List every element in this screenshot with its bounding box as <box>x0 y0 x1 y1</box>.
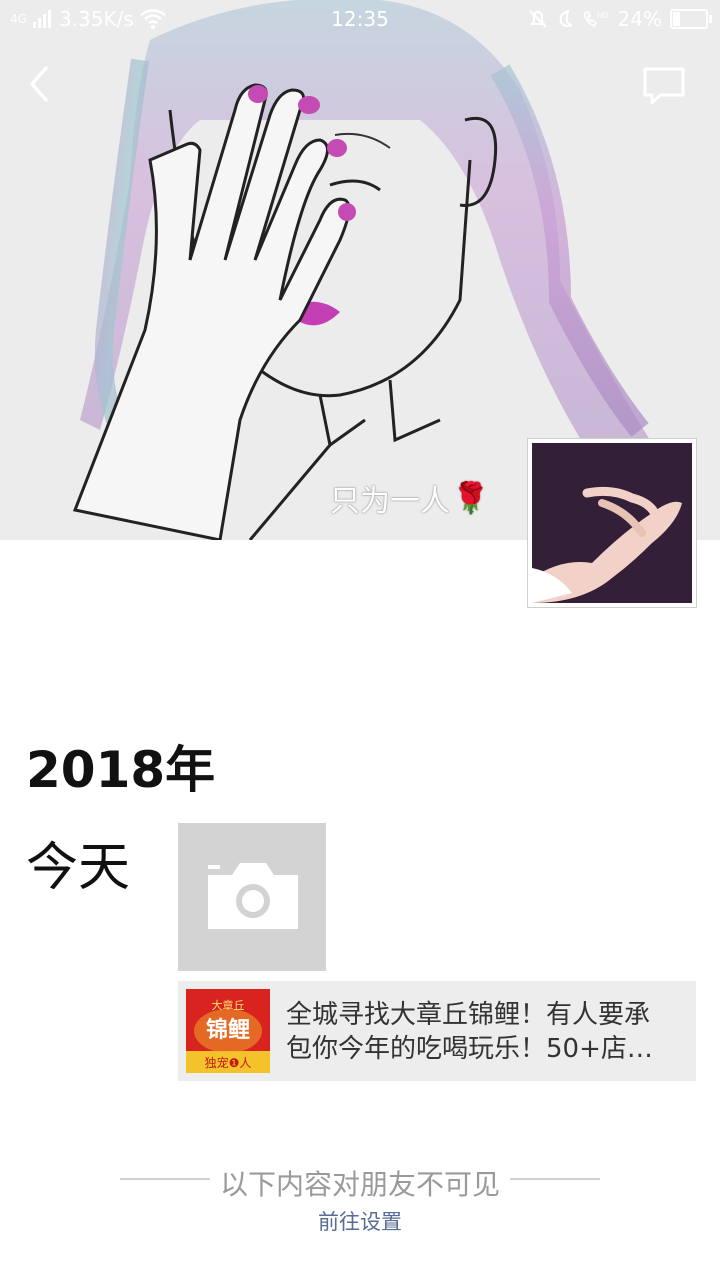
year-heading: 2018年 <box>26 741 216 799</box>
add-photo-button[interactable] <box>178 823 326 971</box>
status-bar: 4G 3.35K/s 12:35 HD 24% <box>0 0 720 40</box>
avatar-image <box>532 443 692 603</box>
shared-article-card[interactable]: 大章丘 锦鲤 独宠❶人 全城寻找大章丘锦鲤！有人要承 包你今年的吃喝玩乐！50+… <box>178 981 696 1081</box>
settings-link-row: 前往设置 <box>0 1206 720 1236</box>
message-icon[interactable] <box>640 64 688 108</box>
thumb-top-text: 大章丘 <box>212 998 245 1012</box>
rose-emoji: 🌹 <box>452 480 490 516</box>
article-thumbnail: 大章丘 锦鲤 独宠❶人 <box>186 989 270 1073</box>
battery-icon <box>670 9 712 29</box>
back-chevron-icon[interactable] <box>20 62 60 106</box>
moon-icon <box>559 9 572 27</box>
thumb-bottom-text: 独宠❶人 <box>205 1055 252 1070</box>
cover-signature: 只为一人 🌹 <box>330 476 489 520</box>
hd-call-icon: HD <box>583 11 609 28</box>
svg-text:HD: HD <box>597 11 609 20</box>
article-title-line-2: 包你今年的吃喝玩乐！50+店… <box>286 1034 653 1064</box>
avatar[interactable] <box>527 438 697 608</box>
thumb-main-text: 锦鲤 <box>206 1017 250 1043</box>
battery-percent: 24% <box>617 7 662 31</box>
signature-text: 只为一人 <box>330 484 450 519</box>
camera-icon <box>208 863 298 929</box>
mute-bell-icon <box>528 10 547 28</box>
article-title: 全城寻找大章丘锦鲤！有人要承 包你今年的吃喝玩乐！50+店… <box>286 998 686 1066</box>
privacy-notice: 以下内容对朋友不可见 <box>219 1168 500 1201</box>
go-to-settings-link[interactable]: 前往设置 <box>318 1210 402 1234</box>
article-title-line-1: 全城寻找大章丘锦鲤！有人要承 <box>286 1000 651 1030</box>
today-label: 今天 <box>26 838 131 898</box>
battery-level <box>673 12 681 26</box>
